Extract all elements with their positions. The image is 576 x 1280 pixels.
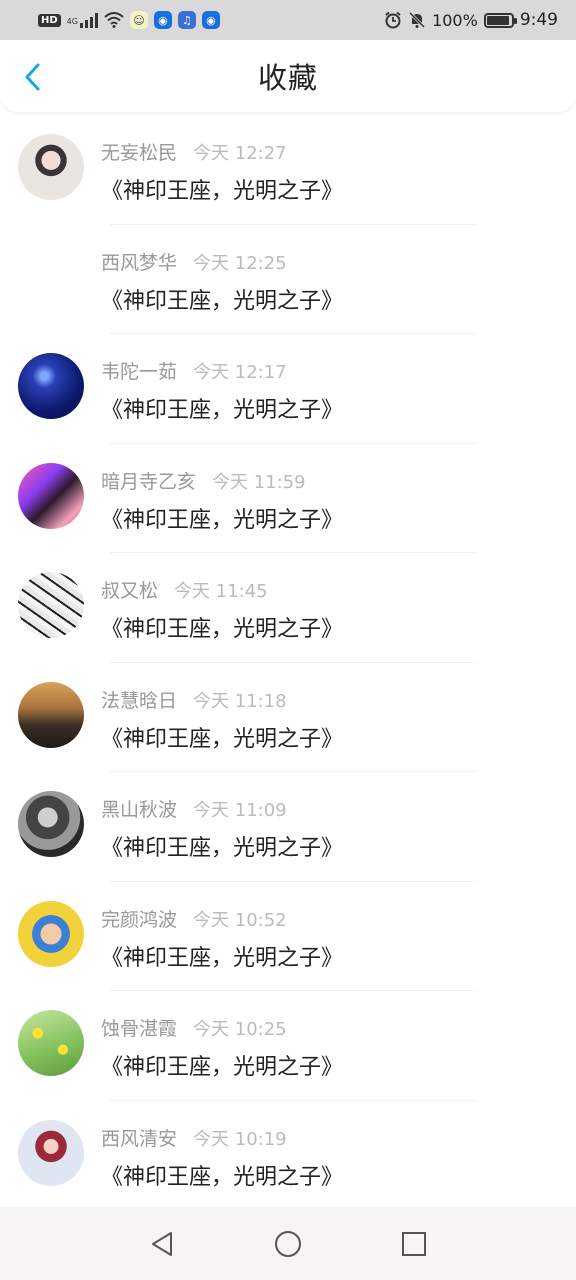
timestamp: 今天 11:45 [174, 581, 268, 602]
timestamp: 今天 11:09 [193, 800, 287, 821]
avatar[interactable] [18, 462, 84, 529]
clock: 9:49 [519, 10, 558, 30]
alarm-icon [385, 11, 401, 29]
book-title-link[interactable]: 《神印王座，光明之子》 [101, 173, 343, 205]
user-name: 蚀骨湛霞 [101, 1018, 178, 1040]
timestamp: 今天 12:25 [193, 252, 287, 274]
wifi-icon [104, 12, 124, 28]
status-icons-left: HD 4G ☺ ◉ ♫ ◉ [38, 11, 220, 29]
user-name: 韦陀一茹 [101, 361, 178, 383]
user-name: 西风清安 [101, 1127, 178, 1150]
book-title-link[interactable]: 《神印王座，光明之子》 [101, 1159, 343, 1191]
timestamp: 今天 11:59 [212, 471, 306, 493]
list-item[interactable]: 无妄松民 今天 12:27 《神印王座，光明之子》 [0, 115, 576, 225]
user-name: 黑山秋波 [101, 799, 178, 821]
status-bar: HD 4G ☺ ◉ ♫ ◉ 100% 9:49 [0, 0, 576, 40]
item-meta: 无妄松民 今天 12:27 [101, 138, 287, 165]
list-item[interactable]: 西风清安 今天 10:19 《神印王座，光明之子》 [0, 1101, 576, 1210]
list-item[interactable]: 暗月寺乙亥 今天 11:59 《神印王座，光明之子》 [0, 444, 576, 553]
book-title-link[interactable]: 《神印王座，光明之子》 [101, 392, 343, 424]
bulb-notification-icon: ◉ [153, 11, 172, 29]
user-name: 暗月寺乙亥 [101, 470, 197, 493]
signal-type-label: 4G [66, 17, 78, 26]
item-meta: 黑山秋波 今天 11:09 [101, 795, 287, 822]
battery-percent: 100% [432, 10, 478, 30]
chevron-left-icon [25, 63, 40, 91]
book-title-link[interactable]: 《神印王座，光明之子》 [101, 830, 343, 862]
item-meta: 暗月寺乙亥 今天 11:59 [101, 467, 306, 494]
favorites-list: 无妄松民 今天 12:27 《神印王座，光明之子》 西风梦华 今天 12:25 《神印王座… [0, 115, 576, 1210]
item-meta: 蚀骨湛霞 今天 10:25 [101, 1014, 287, 1041]
item-meta: 法慧晗日 今天 11:18 [101, 686, 287, 713]
nav-back-button[interactable] [148, 1230, 176, 1258]
user-name: 完颜鸿波 [101, 908, 178, 931]
bulb-notification-icon: ◉ [201, 11, 220, 29]
avatar[interactable] [18, 353, 84, 419]
list-item[interactable]: 韦陀一茹 今天 12:17 《神印王座，光明之子》 [0, 334, 576, 444]
nav-recents-button[interactable] [400, 1230, 428, 1258]
avatar[interactable] [18, 1119, 84, 1186]
mute-icon [409, 11, 426, 29]
user-name: 西风梦华 [101, 251, 178, 274]
avatar[interactable] [18, 134, 84, 200]
user-name: 无妄松民 [101, 142, 178, 164]
timestamp: 今天 10:25 [193, 1019, 287, 1040]
item-meta: 西风梦华 今天 12:25 [101, 248, 287, 275]
app-notification-icon: ☺ [129, 11, 148, 29]
avatar[interactable] [18, 572, 84, 638]
avatar[interactable] [18, 681, 84, 748]
hd-badge: HD [38, 13, 61, 27]
app-header: 收藏 [0, 40, 576, 112]
battery-level [486, 15, 509, 25]
item-meta: 韦陀一茹 今天 12:17 [101, 357, 287, 384]
status-icons-right: 100% 9:49 [384, 10, 558, 30]
timestamp: 今天 12:17 [193, 362, 287, 383]
avatar[interactable] [18, 244, 84, 310]
list-item[interactable]: 完颜鸿波 今天 10:52 《神印王座，光明之子》 [0, 882, 576, 991]
item-meta: 西风清安 今天 10:19 [101, 1124, 287, 1151]
nav-home-button[interactable] [274, 1230, 302, 1258]
book-title-link[interactable]: 《神印王座，光明之子》 [101, 502, 343, 534]
back-button[interactable] [18, 62, 46, 92]
page-title: 收藏 [257, 61, 318, 95]
item-meta: 叔又松 今天 11:45 [101, 576, 268, 603]
avatar[interactable] [18, 791, 84, 857]
circle-home-icon [275, 1230, 301, 1257]
timestamp: 今天 10:52 [193, 909, 287, 931]
timestamp: 今天 10:19 [193, 1128, 287, 1150]
book-title-link[interactable]: 《神印王座，光明之子》 [101, 940, 343, 972]
signal-icon [79, 12, 98, 28]
list-item[interactable]: 叔又松 今天 11:45 《神印王座，光明之子》 [0, 553, 576, 663]
battery-icon [483, 12, 517, 28]
item-meta: 完颜鸿波 今天 10:52 [101, 905, 287, 932]
timestamp: 今天 12:27 [193, 143, 287, 164]
user-name: 法慧晗日 [101, 689, 178, 712]
list-item[interactable]: 蚀骨湛霞 今天 10:25 《神印王座，光明之子》 [0, 991, 576, 1101]
book-title-link[interactable]: 《神印王座，光明之子》 [101, 1049, 343, 1081]
book-title-link[interactable]: 《神印王座，光明之子》 [101, 283, 343, 315]
book-title-link[interactable]: 《神印王座，光明之子》 [101, 611, 343, 643]
user-name: 叔又松 [101, 580, 159, 602]
triangle-back-icon [152, 1231, 172, 1256]
music-notification-icon: ♫ [177, 11, 196, 29]
avatar[interactable] [18, 1010, 84, 1076]
avatar[interactable] [18, 900, 84, 967]
system-nav-bar [0, 1207, 576, 1280]
book-title-link[interactable]: 《神印王座，光明之子》 [101, 721, 343, 753]
timestamp: 今天 11:18 [193, 690, 287, 712]
list-item[interactable]: 法慧晗日 今天 11:18 《神印王座，光明之子》 [0, 663, 576, 772]
list-item[interactable]: 西风梦华 今天 12:25 《神印王座，光明之子》 [0, 225, 576, 334]
list-item[interactable]: 黑山秋波 今天 11:09 《神印王座，光明之子》 [0, 772, 576, 882]
square-recents-icon [402, 1231, 426, 1256]
